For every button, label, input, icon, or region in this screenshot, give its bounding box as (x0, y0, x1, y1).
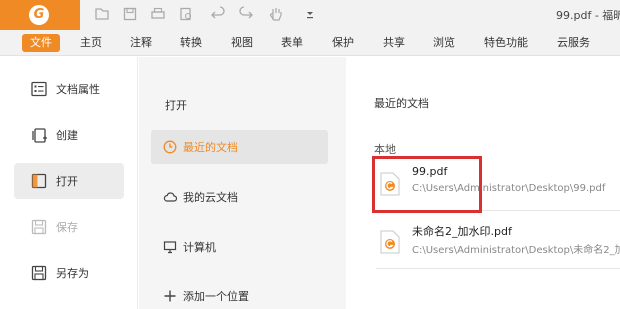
nav-label: 创建 (56, 129, 78, 142)
window-title: 99.pdf - 福昕 (556, 9, 620, 22)
customize-dropdown-icon[interactable] (302, 6, 318, 22)
nav-create[interactable]: 创建 (14, 117, 124, 153)
backstage-nav: 文档属性 创建 打开 保存 另存为 (0, 57, 138, 309)
highlight-box (372, 156, 482, 213)
app-logo-area[interactable]: G (0, 0, 80, 30)
document-properties-icon (31, 81, 47, 97)
open-option-label: 我的云文档 (183, 191, 238, 204)
menu-bar: 文件 主页 注释 转换 视图 表单 保护 共享 浏览 特色功能 云服务 (0, 30, 620, 56)
cloud-icon (163, 192, 177, 202)
menu-file[interactable]: 文件 (22, 34, 60, 52)
menu-convert[interactable]: 转换 (180, 34, 202, 52)
recent-file-name: 未命名2_加水印.pdf (412, 225, 512, 238)
row-divider (376, 268, 620, 269)
recent-documents-heading: 最近的文档 (374, 97, 429, 110)
nav-save[interactable]: 保存 (14, 209, 124, 245)
nav-document-properties[interactable]: 文档属性 (14, 71, 124, 107)
print-icon[interactable] (150, 6, 166, 22)
menu-form[interactable]: 表单 (281, 34, 303, 52)
open-add-location[interactable]: 添加一个位置 (151, 279, 328, 309)
open-recent-documents[interactable]: 最近的文档 (151, 130, 328, 164)
clock-icon (163, 140, 177, 154)
nav-save-as[interactable]: 另存为 (14, 255, 124, 291)
new-file-icon[interactable] (94, 6, 110, 22)
menu-protect[interactable]: 保护 (332, 34, 354, 52)
nav-label: 另存为 (56, 267, 89, 280)
menu-view[interactable]: 视图 (231, 34, 253, 52)
open-option-label: 添加一个位置 (183, 290, 249, 303)
nav-label: 打开 (56, 175, 78, 188)
save-icon[interactable] (122, 6, 138, 22)
nav-label: 保存 (56, 221, 78, 234)
hand-tool-icon[interactable] (268, 6, 284, 22)
save-as-icon (31, 265, 47, 281)
menu-features[interactable]: 特色功能 (484, 34, 528, 52)
print-preview-icon[interactable] (178, 6, 194, 22)
recent-file-path: C:\Users\Administrator\Desktop\未命名2_加 (412, 245, 620, 256)
nav-open[interactable]: 打开 (14, 163, 124, 199)
open-options-panel: 打开 最近的文档 我的云文档 计算机 添加一个位置 (139, 57, 346, 309)
menu-share[interactable]: 共享 (383, 34, 405, 52)
open-panel-heading: 打开 (165, 99, 187, 112)
menu-browse[interactable]: 浏览 (433, 34, 455, 52)
open-option-label: 最近的文档 (183, 141, 238, 154)
open-option-label: 计算机 (183, 241, 216, 254)
create-icon (32, 128, 47, 143)
open-computer[interactable]: 计算机 (151, 230, 328, 264)
computer-icon (163, 241, 177, 254)
open-my-cloud-documents[interactable]: 我的云文档 (151, 180, 328, 214)
recent-file-row[interactable]: 未命名2_加水印.pdf C:\Users\Administrator\Desk… (376, 218, 620, 264)
menu-home[interactable]: 主页 (80, 34, 102, 52)
app-logo: G (29, 5, 49, 25)
redo-icon[interactable] (238, 6, 254, 22)
open-icon (31, 173, 47, 189)
nav-label: 文档属性 (56, 83, 100, 96)
menu-cloud-service[interactable]: 云服务 (557, 34, 590, 52)
undo-icon[interactable] (210, 6, 226, 22)
local-section-label: 本地 (374, 143, 396, 156)
plus-icon (164, 290, 176, 302)
title-bar: G 99.pdf - 福昕 (0, 0, 620, 30)
save-icon (31, 219, 47, 235)
menu-comment[interactable]: 注释 (130, 34, 152, 52)
pdf-file-icon (380, 230, 400, 254)
